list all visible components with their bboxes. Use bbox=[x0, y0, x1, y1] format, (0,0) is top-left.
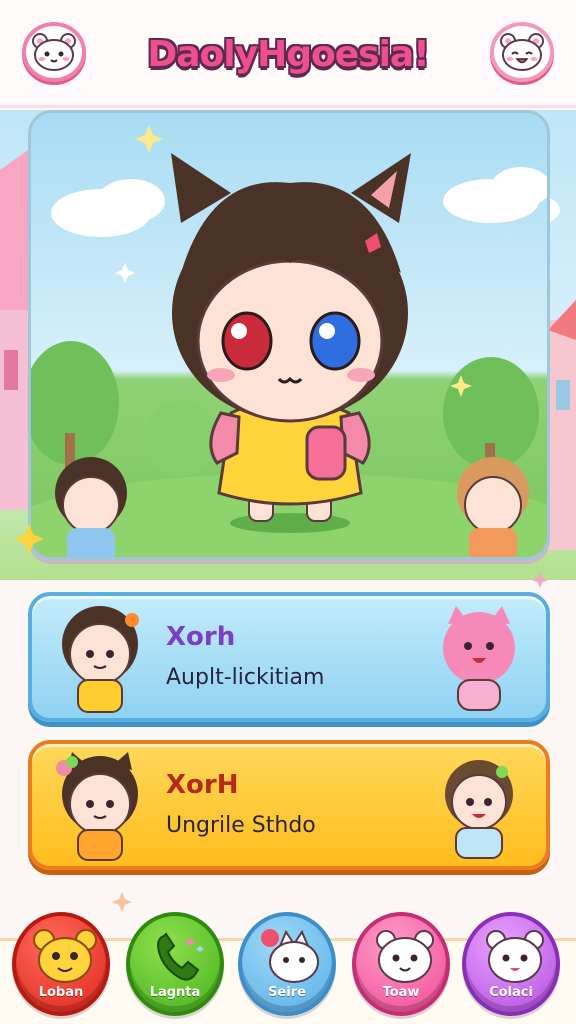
friends-avatar-button[interactable] bbox=[490, 22, 554, 82]
sparkle-icon bbox=[532, 572, 548, 588]
nav-button[interactable]: Lagnta bbox=[126, 912, 224, 1016]
nav-button[interactable]: Seire bbox=[238, 912, 336, 1016]
character-subtitle: Auplt-lickitiam bbox=[166, 665, 325, 690]
profile-avatar-button[interactable] bbox=[22, 22, 86, 82]
nav-button[interactable]: Loban bbox=[12, 912, 110, 1016]
app-title: DaolyHgoesia! bbox=[147, 33, 429, 75]
nav-button[interactable]: Toaw bbox=[352, 912, 450, 1016]
character-subtitle: Ungrile Sthdo bbox=[166, 813, 316, 838]
phone-icon bbox=[156, 932, 204, 981]
nav-label: Seire bbox=[268, 985, 306, 1000]
pink-cat-icon bbox=[443, 606, 515, 711]
white-cat-icon bbox=[261, 929, 319, 983]
nav-label: Toaw bbox=[382, 985, 420, 1000]
character-card[interactable]: XorH Ungrile Sthdo bbox=[28, 740, 550, 870]
character-name: XorH bbox=[166, 770, 239, 800]
chibi-girl-icon bbox=[62, 606, 139, 713]
nav-label: Loban bbox=[38, 985, 84, 1000]
hero-scene bbox=[28, 110, 550, 560]
hero-illustration bbox=[31, 125, 547, 557]
chibi-cat-girl-icon bbox=[56, 752, 138, 861]
bear-face-icon bbox=[500, 33, 544, 71]
sparkle-icon bbox=[112, 892, 132, 912]
sparkle-icon bbox=[14, 524, 44, 554]
nav-label: Colaci bbox=[489, 985, 533, 1000]
nav-label: Lagnta bbox=[149, 985, 201, 1000]
white-bear-icon bbox=[486, 930, 544, 983]
yellow-bear-icon bbox=[33, 929, 97, 983]
chibi-boy-icon bbox=[445, 760, 513, 859]
white-bear-icon bbox=[376, 930, 434, 983]
bear-face-icon bbox=[32, 33, 76, 71]
nav-button[interactable]: Colaci bbox=[462, 912, 560, 1016]
character-name: Xorh bbox=[166, 622, 236, 652]
character-card[interactable]: Xorh Auplt-lickitiam bbox=[28, 592, 550, 722]
